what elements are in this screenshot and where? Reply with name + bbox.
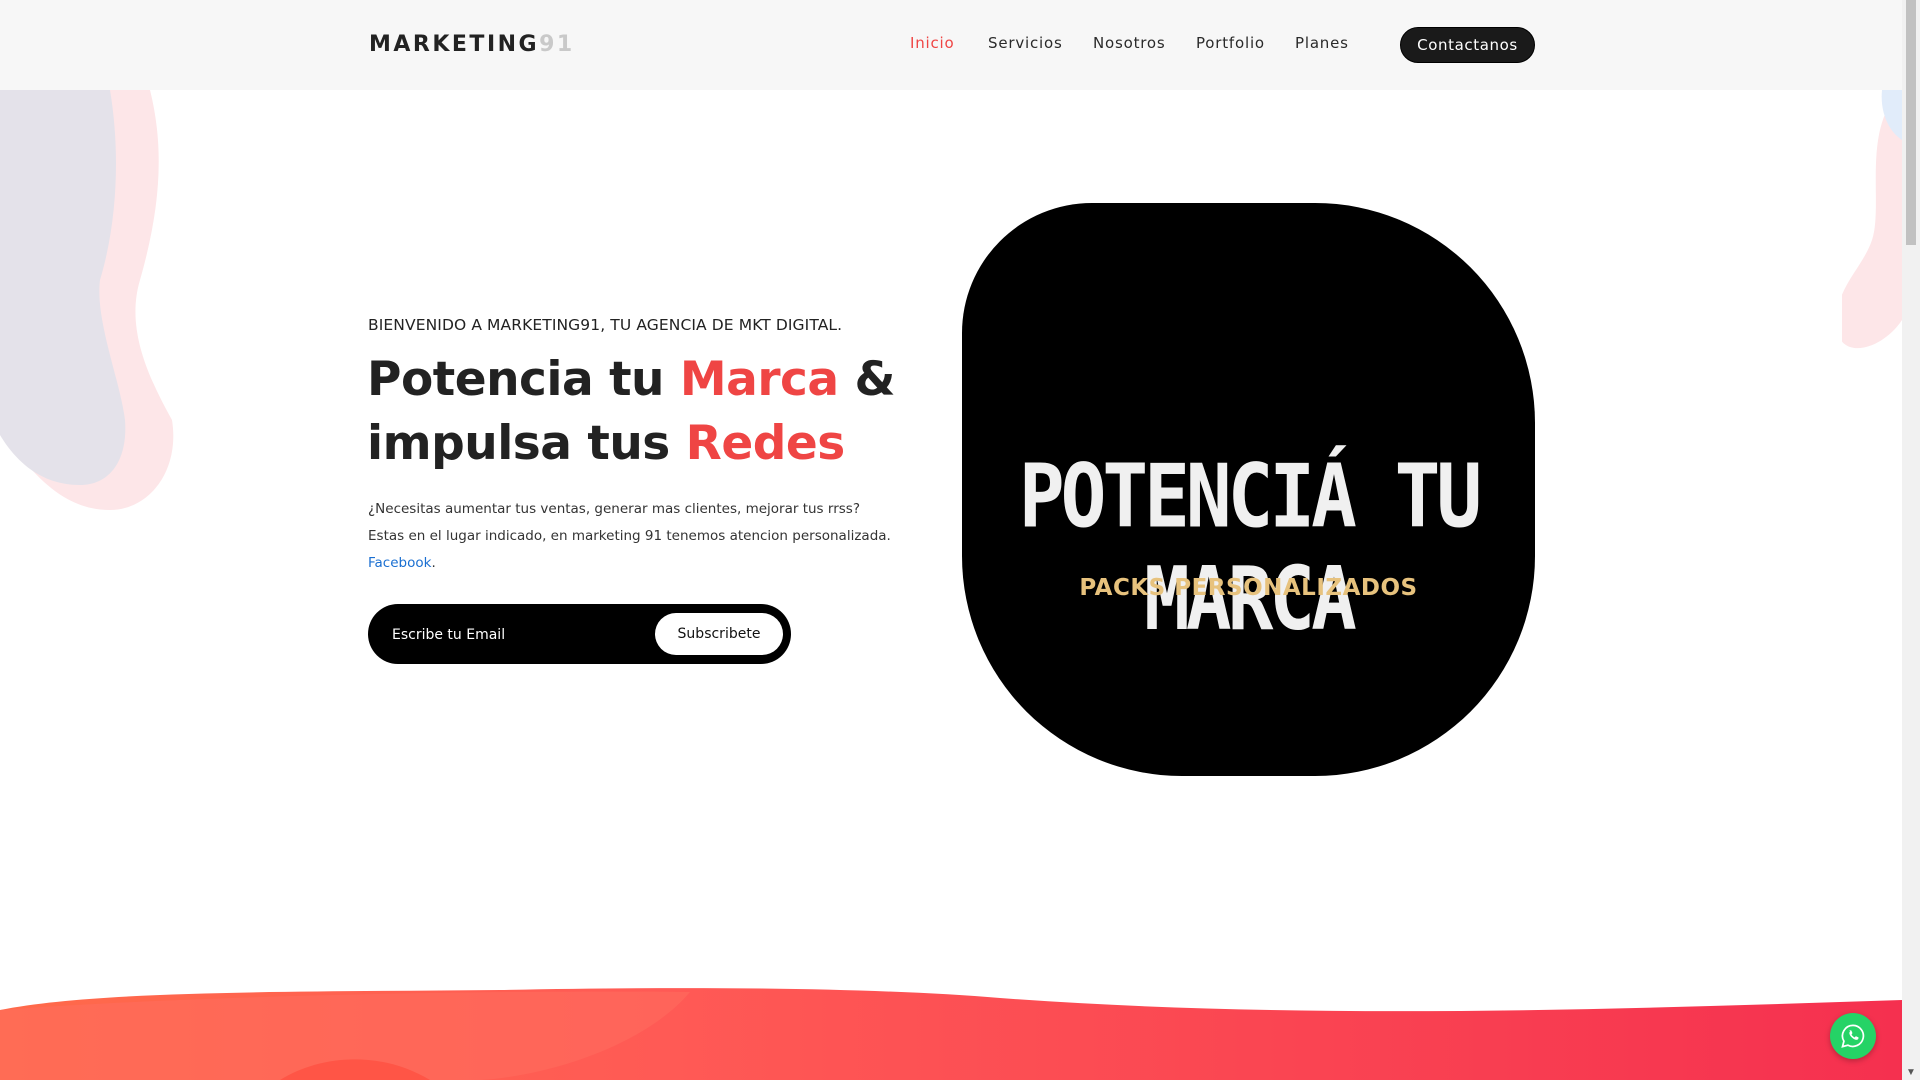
logo-number: 91 <box>539 32 575 57</box>
logo-text: MARKETING <box>369 32 540 57</box>
desc-line-1: ¿Necesitas aumentar tus ventas, generar … <box>368 501 860 517</box>
scroll-down-arrow[interactable]: ▼ <box>1906 1067 1916 1078</box>
contact-button[interactable]: Contactanos <box>1400 27 1535 63</box>
facebook-link[interactable]: Facebook <box>368 555 431 571</box>
nav-item-planes[interactable]: Planes <box>1295 34 1349 52</box>
bottom-wave-decoration <box>0 988 1902 1080</box>
page-scrollbar[interactable]: ▼ <box>1902 0 1920 1080</box>
hero-headline: Potencia tu Marca & impulsa tus Redes <box>367 348 896 476</box>
scroll-thumb[interactable] <box>1906 0 1916 245</box>
site-header: MARKETING91 Inicio Servicios Nosotros Po… <box>0 0 1902 90</box>
whatsapp-button[interactable] <box>1830 1013 1876 1059</box>
email-input[interactable] <box>390 604 654 666</box>
site-logo[interactable]: MARKETING91 <box>369 32 575 57</box>
headline-part1: Potencia tu <box>367 352 680 407</box>
nav-item-portfolio[interactable]: Portfolio <box>1196 34 1265 52</box>
nav-item-nosotros[interactable]: Nosotros <box>1093 34 1166 52</box>
decorative-blob-right <box>1842 90 1902 348</box>
welcome-text: BIENVENIDO A MARKETING91, TU AGENCIA DE … <box>368 316 843 334</box>
desc-link-suffix: . <box>431 555 436 571</box>
desc-line-2: Estas en el lugar indicado, en marketing… <box>368 528 891 544</box>
subscribe-form: Subscribete <box>368 604 791 666</box>
subscribe-button[interactable]: Subscribete <box>655 613 783 655</box>
headline-highlight-redes: Redes <box>685 416 846 471</box>
nav-item-servicios[interactable]: Servicios <box>988 34 1063 52</box>
hero-image-subtitle: PACKS PERSONALIZADOS <box>1079 575 1418 601</box>
hero-image-title: POTENCIÁ TU MARCA <box>1018 445 1482 650</box>
hero-description: ¿Necesitas aumentar tus ventas, generar … <box>368 496 908 577</box>
whatsapp-icon <box>1841 1024 1865 1048</box>
decorative-blob-left <box>0 90 174 510</box>
headline-part3: impulsa tus <box>367 416 686 471</box>
headline-highlight-marca: Marca <box>679 352 839 407</box>
headline-part2: & <box>838 352 896 407</box>
nav-item-inicio[interactable]: Inicio <box>910 34 955 52</box>
hero-image: POTENCIÁ TU MARCA PACKS PERSONALIZADOS <box>962 203 1535 776</box>
